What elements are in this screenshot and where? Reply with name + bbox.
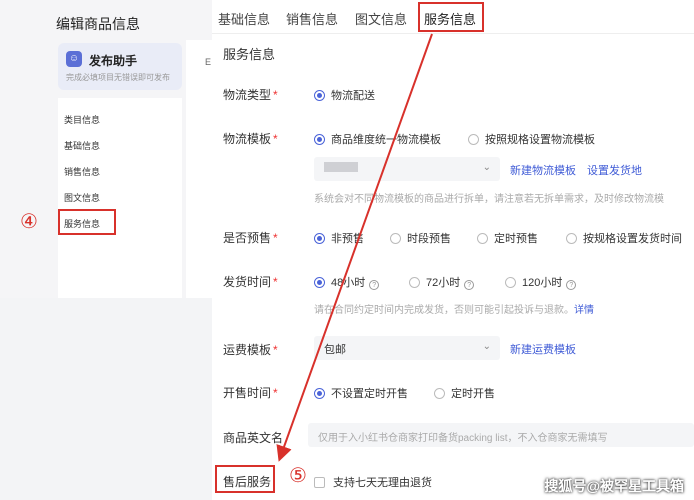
radio-dot — [409, 277, 420, 288]
logistics-template-label: 物流模板 * — [223, 132, 278, 146]
assistant-title: 发布助手 — [89, 54, 138, 68]
help-icon[interactable]: ? — [369, 280, 380, 290]
radio-unified-template[interactable]: 商品维度统一物流模板 — [314, 131, 441, 147]
help-icon[interactable]: ? — [464, 280, 475, 290]
publish-assistant-card[interactable]: ☺ 发布助手 完成必填项目无错误即可发布 — [58, 43, 182, 90]
left-panel: 编辑商品信息 ☺ 发布助手 完成必填项目无错误即可发布 类目信息 基础信息 销售… — [0, 0, 212, 298]
nav-highlight-box — [58, 209, 116, 235]
english-name-label: 商品英文名 — [223, 431, 284, 445]
presale-label: 是否预售 * — [223, 231, 278, 245]
radio-dot — [434, 388, 445, 399]
details-link[interactable]: 详情 — [574, 305, 594, 316]
tab-highlight-box — [418, 2, 484, 32]
new-logistics-template-link[interactable]: 新建物流模板 — [510, 162, 576, 178]
nav-item-graphic[interactable]: 图文信息 — [64, 191, 100, 204]
freight-template-label: 运费模板 * — [223, 343, 278, 357]
new-freight-template-link[interactable]: 新建运费模板 — [510, 341, 576, 357]
radio-timed-sale[interactable]: 定时开售 — [434, 385, 495, 401]
radio-72h[interactable]: 72小时? — [409, 274, 475, 290]
radio-dot — [390, 233, 401, 244]
sale-time-label: 开售时间 * — [223, 386, 278, 400]
radio-dot — [566, 233, 577, 244]
side-nav: 类目信息 基础信息 销售信息 图文信息 服务信息 — [58, 98, 182, 298]
radio-dot — [477, 233, 488, 244]
checkbox-box — [314, 477, 325, 488]
mid-column — [186, 40, 212, 298]
radio-period-presale[interactable]: 时段预售 — [390, 230, 451, 246]
radio-dot — [468, 134, 479, 145]
tab-basic[interactable]: 基础信息 — [218, 9, 270, 28]
radio-logistics-delivery[interactable]: 物流配送 — [314, 87, 375, 103]
radio-dot — [505, 277, 516, 288]
nav-item-category[interactable]: 类目信息 — [64, 113, 100, 126]
radio-dot — [314, 90, 325, 101]
tab-graphic[interactable]: 图文信息 — [355, 9, 407, 28]
help-icon[interactable]: ? — [566, 280, 577, 290]
ship-time-hint: 请在合同约定时间内完成发货，否则可能引起投诉与退款。详情 — [314, 305, 594, 316]
after-sale-highlight-box — [215, 465, 275, 493]
radio-timed-presale[interactable]: 定时预售 — [477, 230, 538, 246]
radio-120h[interactable]: 120小时? — [505, 274, 577, 290]
radio-spec-template[interactable]: 按照规格设置物流模板 — [468, 131, 595, 147]
step-5-marker: ⑤ — [289, 465, 307, 487]
seven-day-return-checkbox[interactable]: 支持七天无理由退货 — [314, 474, 432, 490]
radio-no-presale[interactable]: 非预售 — [314, 230, 364, 246]
radio-no-timed-sale[interactable]: 不设置定时开售 — [314, 385, 408, 401]
mid-ghost-text: E — [205, 57, 212, 67]
watermark: 搜狐号@被罕星工具箱 — [544, 478, 684, 494]
main-panel: 基础信息 销售信息 图文信息 服务信息 服务信息 物流类型 * 物流配送 物流模板… — [212, 0, 694, 500]
set-ship-from-link[interactable]: 设置发货地 — [587, 162, 642, 178]
section-title: 服务信息 — [223, 47, 276, 62]
radio-dot — [314, 134, 325, 145]
ship-time-label: 发货时间 * — [223, 275, 278, 289]
blurred-value — [324, 162, 358, 172]
chevron-down-icon: ⌄ — [482, 162, 491, 173]
nav-item-sales[interactable]: 销售信息 — [64, 165, 100, 178]
step-4-marker: ④ — [20, 211, 38, 233]
radio-dot — [314, 277, 325, 288]
logistics-template-hint: 系统会对不同物流模板的商品进行拆单，请注意若无拆单需求，及时修改物流模 — [314, 194, 664, 205]
radio-dot — [314, 233, 325, 244]
radio-spec-ship-time[interactable]: 按规格设置发货时间 — [566, 230, 682, 246]
page-title: 编辑商品信息 — [56, 16, 140, 32]
tab-sales[interactable]: 销售信息 — [286, 9, 338, 28]
radio-48h[interactable]: 48小时? — [314, 274, 380, 290]
robot-icon: ☺ — [66, 51, 82, 67]
freight-template-select[interactable]: 包邮 ⌄ — [314, 336, 500, 360]
chevron-down-icon: ⌄ — [482, 341, 491, 352]
english-name-input[interactable]: 仅用于入小红书仓商家打印备货packing list，不入仓商家无需填写 — [308, 423, 694, 447]
assistant-subtitle: 完成必填项目无错误即可发布 — [66, 73, 170, 82]
logistics-template-select[interactable]: ⌄ — [314, 157, 500, 181]
radio-dot — [314, 388, 325, 399]
nav-item-basic[interactable]: 基础信息 — [64, 139, 100, 152]
logistics-type-label: 物流类型 * — [223, 88, 278, 102]
